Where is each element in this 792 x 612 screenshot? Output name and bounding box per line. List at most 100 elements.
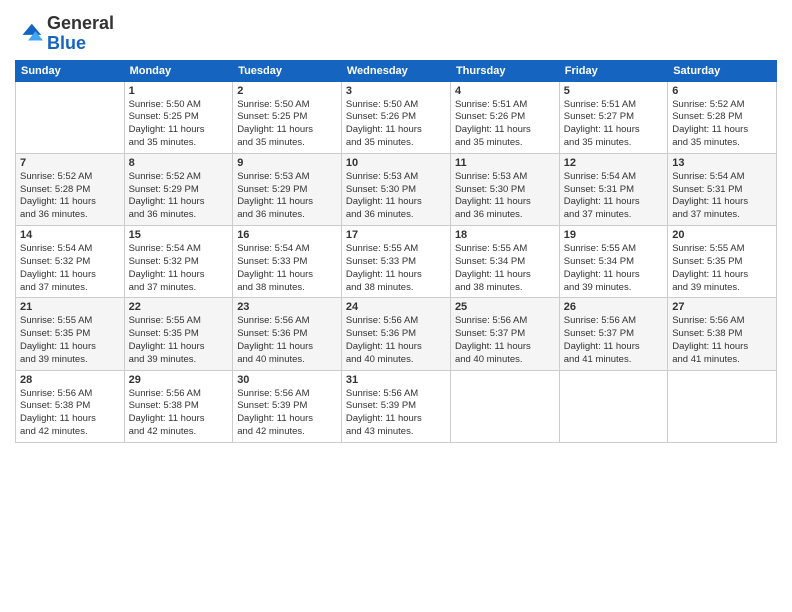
day-info: Sunrise: 5:54 AM Sunset: 5:33 PM Dayligh…: [237, 243, 337, 294]
calendar-cell: 27 Sunrise: 5:56 AM Sunset: 5:38 PM Dayli…: [668, 298, 777, 370]
day-number: 25: [455, 301, 555, 313]
day-info: Sunrise: 5:56 AM Sunset: 5:39 PM Dayligh…: [237, 388, 337, 439]
day-info: Sunrise: 5:50 AM Sunset: 5:25 PM Dayligh…: [237, 99, 337, 150]
day-number: 15: [129, 229, 229, 241]
day-header-tuesday: Tuesday: [233, 60, 342, 81]
day-info: Sunrise: 5:52 AM Sunset: 5:29 PM Dayligh…: [129, 171, 229, 222]
calendar-week-5: 28 Sunrise: 5:56 AM Sunset: 5:38 PM Dayli…: [16, 370, 777, 442]
day-number: 13: [672, 157, 772, 169]
day-info: Sunrise: 5:50 AM Sunset: 5:25 PM Dayligh…: [129, 99, 229, 150]
calendar-cell: 25 Sunrise: 5:56 AM Sunset: 5:37 PM Dayli…: [450, 298, 559, 370]
calendar-cell: 15 Sunrise: 5:54 AM Sunset: 5:32 PM Dayli…: [124, 226, 233, 298]
day-number: 9: [237, 157, 337, 169]
calendar-cell: 4 Sunrise: 5:51 AM Sunset: 5:26 PM Daylig…: [450, 81, 559, 153]
calendar-week-4: 21 Sunrise: 5:55 AM Sunset: 5:35 PM Dayli…: [16, 298, 777, 370]
day-info: Sunrise: 5:54 AM Sunset: 5:31 PM Dayligh…: [672, 171, 772, 222]
day-number: 10: [346, 157, 446, 169]
day-info: Sunrise: 5:52 AM Sunset: 5:28 PM Dayligh…: [672, 99, 772, 150]
day-number: 19: [564, 229, 663, 241]
day-info: Sunrise: 5:55 AM Sunset: 5:33 PM Dayligh…: [346, 243, 446, 294]
day-number: 8: [129, 157, 229, 169]
logo-icon: [15, 20, 43, 48]
day-info: Sunrise: 5:54 AM Sunset: 5:32 PM Dayligh…: [129, 243, 229, 294]
page: General Blue SundayMondayTuesdayWednesda…: [0, 0, 792, 612]
calendar-cell: 10 Sunrise: 5:53 AM Sunset: 5:30 PM Dayli…: [341, 153, 450, 225]
calendar-cell: 9Sunrise: 5:53 AM Sunset: 5:29 PM Daylig…: [233, 153, 342, 225]
calendar-cell: 11 Sunrise: 5:53 AM Sunset: 5:30 PM Dayli…: [450, 153, 559, 225]
day-number: 24: [346, 301, 446, 313]
day-header-thursday: Thursday: [450, 60, 559, 81]
calendar-cell: [668, 370, 777, 442]
day-number: 20: [672, 229, 772, 241]
calendar-cell: 21 Sunrise: 5:55 AM Sunset: 5:35 PM Dayli…: [16, 298, 125, 370]
calendar-body: 1 Sunrise: 5:50 AM Sunset: 5:25 PM Daylig…: [16, 81, 777, 442]
day-info: Sunrise: 5:55 AM Sunset: 5:35 PM Dayligh…: [20, 315, 120, 366]
day-number: 17: [346, 229, 446, 241]
day-info: Sunrise: 5:54 AM Sunset: 5:32 PM Dayligh…: [20, 243, 120, 294]
calendar-week-2: 7 Sunrise: 5:52 AM Sunset: 5:28 PM Daylig…: [16, 153, 777, 225]
calendar-cell: 2 Sunrise: 5:50 AM Sunset: 5:25 PM Daylig…: [233, 81, 342, 153]
day-number: 30: [237, 374, 337, 386]
calendar-cell: 23 Sunrise: 5:56 AM Sunset: 5:36 PM Dayli…: [233, 298, 342, 370]
day-number: 11: [455, 157, 555, 169]
day-number: 22: [129, 301, 229, 313]
calendar-cell: 7 Sunrise: 5:52 AM Sunset: 5:28 PM Daylig…: [16, 153, 125, 225]
day-number: 3: [346, 85, 446, 97]
calendar-cell: [559, 370, 667, 442]
day-number: 2: [237, 85, 337, 97]
header: General Blue: [15, 10, 777, 54]
day-info: Sunrise: 5:51 AM Sunset: 5:27 PM Dayligh…: [564, 99, 663, 150]
calendar-cell: 26Sunrise: 5:56 AM Sunset: 5:37 PM Dayli…: [559, 298, 667, 370]
calendar-cell: 19 Sunrise: 5:55 AM Sunset: 5:34 PM Dayli…: [559, 226, 667, 298]
day-info: Sunrise: 5:55 AM Sunset: 5:34 PM Dayligh…: [564, 243, 663, 294]
day-number: 28: [20, 374, 120, 386]
day-header-friday: Friday: [559, 60, 667, 81]
day-header-wednesday: Wednesday: [341, 60, 450, 81]
logo: General Blue: [15, 14, 114, 54]
day-number: 18: [455, 229, 555, 241]
day-number: 23: [237, 301, 337, 313]
day-info: Sunrise: 5:56 AM Sunset: 5:39 PM Dayligh…: [346, 388, 446, 439]
day-number: 4: [455, 85, 555, 97]
day-number: 29: [129, 374, 229, 386]
logo-general: General: [47, 14, 114, 34]
day-info: Sunrise: 5:56 AM Sunset: 5:36 PM Dayligh…: [237, 315, 337, 366]
calendar-cell: 12Sunrise: 5:54 AM Sunset: 5:31 PM Dayli…: [559, 153, 667, 225]
day-number: 12: [564, 157, 663, 169]
calendar-cell: 13 Sunrise: 5:54 AM Sunset: 5:31 PM Dayli…: [668, 153, 777, 225]
day-number: 27: [672, 301, 772, 313]
calendar-cell: 29 Sunrise: 5:56 AM Sunset: 5:38 PM Dayli…: [124, 370, 233, 442]
calendar-cell: 3Sunrise: 5:50 AM Sunset: 5:26 PM Daylig…: [341, 81, 450, 153]
day-info: Sunrise: 5:51 AM Sunset: 5:26 PM Dayligh…: [455, 99, 555, 150]
day-number: 14: [20, 229, 120, 241]
day-number: 31: [346, 374, 446, 386]
calendar-header: SundayMondayTuesdayWednesdayThursdayFrid…: [16, 60, 777, 81]
day-info: Sunrise: 5:56 AM Sunset: 5:38 PM Dayligh…: [129, 388, 229, 439]
day-info: Sunrise: 5:53 AM Sunset: 5:30 PM Dayligh…: [346, 171, 446, 222]
calendar-cell: 22Sunrise: 5:55 AM Sunset: 5:35 PM Dayli…: [124, 298, 233, 370]
day-info: Sunrise: 5:56 AM Sunset: 5:36 PM Dayligh…: [346, 315, 446, 366]
day-info: Sunrise: 5:53 AM Sunset: 5:30 PM Dayligh…: [455, 171, 555, 222]
day-header-sunday: Sunday: [16, 60, 125, 81]
calendar-week-3: 14 Sunrise: 5:54 AM Sunset: 5:32 PM Dayli…: [16, 226, 777, 298]
calendar-cell: 31 Sunrise: 5:56 AM Sunset: 5:39 PM Dayli…: [341, 370, 450, 442]
calendar-cell: 5 Sunrise: 5:51 AM Sunset: 5:27 PM Daylig…: [559, 81, 667, 153]
day-info: Sunrise: 5:56 AM Sunset: 5:37 PM Dayligh…: [455, 315, 555, 366]
calendar-cell: 8 Sunrise: 5:52 AM Sunset: 5:29 PM Daylig…: [124, 153, 233, 225]
day-number: 6: [672, 85, 772, 97]
day-header-monday: Monday: [124, 60, 233, 81]
day-number: 1: [129, 85, 229, 97]
calendar-cell: [450, 370, 559, 442]
day-number: 21: [20, 301, 120, 313]
calendar-week-1: 1 Sunrise: 5:50 AM Sunset: 5:25 PM Daylig…: [16, 81, 777, 153]
day-info: Sunrise: 5:56 AM Sunset: 5:37 PM Dayligh…: [564, 315, 663, 366]
calendar-cell: 16Sunrise: 5:54 AM Sunset: 5:33 PM Dayli…: [233, 226, 342, 298]
day-info: Sunrise: 5:55 AM Sunset: 5:35 PM Dayligh…: [672, 243, 772, 294]
day-info: Sunrise: 5:52 AM Sunset: 5:28 PM Dayligh…: [20, 171, 120, 222]
day-number: 5: [564, 85, 663, 97]
day-number: 7: [20, 157, 120, 169]
calendar-cell: 6 Sunrise: 5:52 AM Sunset: 5:28 PM Daylig…: [668, 81, 777, 153]
day-info: Sunrise: 5:56 AM Sunset: 5:38 PM Dayligh…: [672, 315, 772, 366]
day-info: Sunrise: 5:55 AM Sunset: 5:34 PM Dayligh…: [455, 243, 555, 294]
calendar-cell: 18 Sunrise: 5:55 AM Sunset: 5:34 PM Dayli…: [450, 226, 559, 298]
